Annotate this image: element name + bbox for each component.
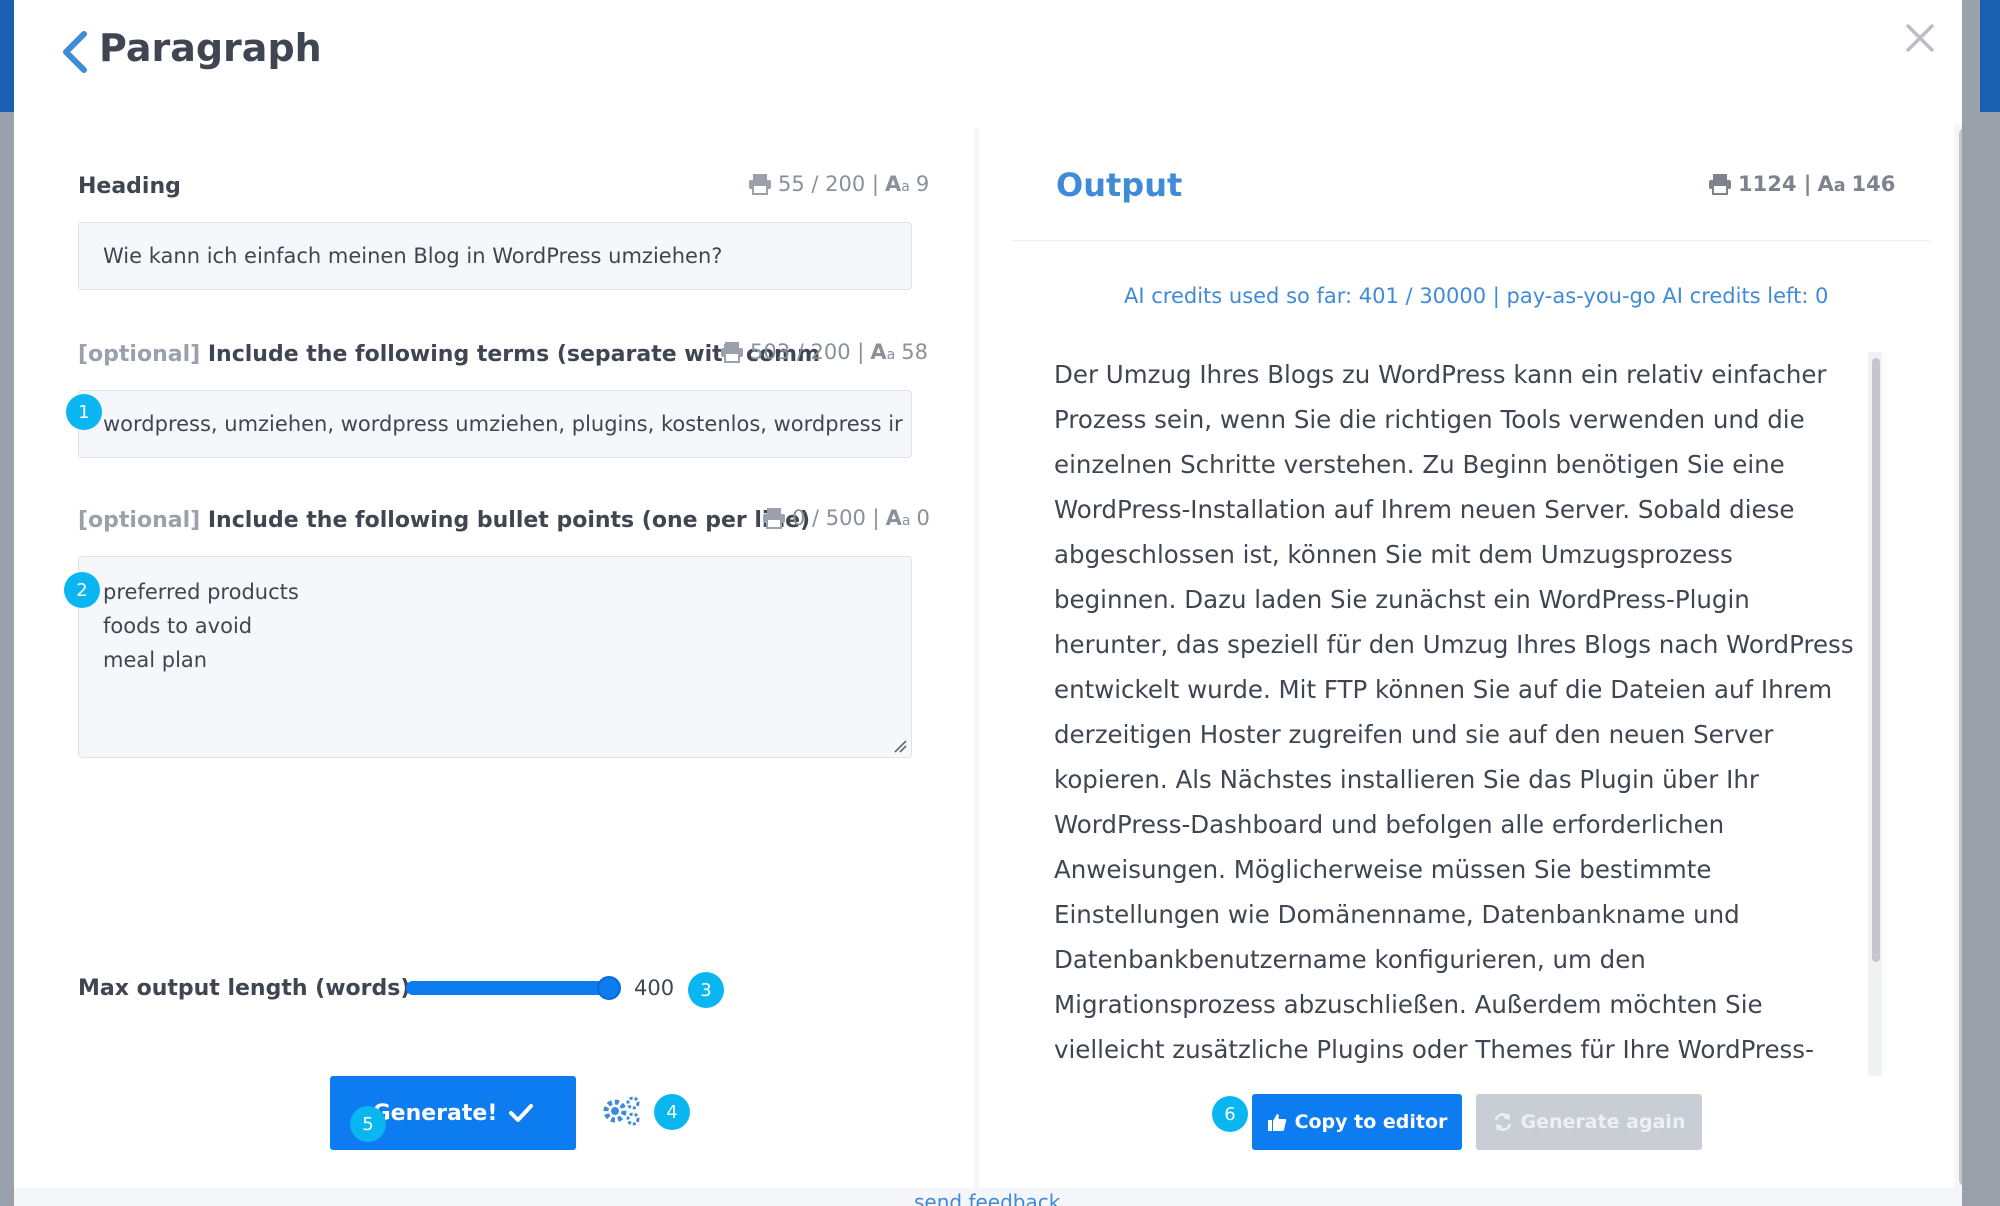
printer-icon (763, 508, 785, 529)
output-counter: 1124 | Aa 146 (1708, 172, 1895, 196)
refresh-icon (1494, 1113, 1511, 1131)
heading-char-count: 55 / 200 | (778, 172, 879, 196)
send-feedback-link[interactable]: send feedback (914, 1190, 1060, 1206)
bullet-line: foods to avoid (103, 614, 253, 638)
step-badge-1: 1 (66, 394, 102, 430)
heading-input[interactable]: Wie kann ich einfach meinen Blog in Word… (78, 222, 912, 290)
gear-icon[interactable] (602, 1094, 642, 1126)
page-backdrop-right (1980, 0, 2000, 112)
bullets-word-count: 0 (916, 506, 930, 530)
output-text[interactable]: Der Umzug Ihres Blogs zu WordPress kann … (1054, 352, 1860, 1070)
heading-word-count: 9 (915, 172, 930, 196)
terms-word-count: 58 (901, 340, 928, 364)
bullets-label-text: Include the following bullet points (one… (207, 508, 811, 533)
step-badge-2: 2 (64, 572, 100, 608)
paragraph-modal: Paragraph Heading 55 / 200 | Aa 9 Wie ka… (14, 0, 1962, 1206)
bullets-label: [optional] Include the following bullet … (78, 508, 810, 533)
copy-to-editor-button[interactable]: Copy to editor (1252, 1094, 1462, 1150)
output-word-count: 146 (1851, 172, 1896, 196)
bullets-textarea[interactable]: preferred products foods to avoid meal p… (78, 556, 912, 758)
terms-input[interactable]: wordpress, umziehen, wordpress umziehen,… (78, 390, 912, 458)
generate-again-label: Generate again (1520, 1111, 1686, 1133)
modal-header: Paragraph (14, 0, 1962, 128)
chevron-left-icon[interactable] (56, 28, 96, 76)
page-backdrop-left (0, 0, 14, 112)
font-size-icon: Aa (1817, 172, 1846, 196)
copy-to-editor-label: Copy to editor (1294, 1111, 1448, 1133)
check-icon (509, 1104, 534, 1122)
printer-icon (1709, 174, 1731, 195)
step-badge-3: 3 (688, 972, 724, 1008)
font-size-icon: Aa (885, 506, 911, 530)
step-badge-4: 4 (654, 1094, 690, 1130)
printer-icon (749, 174, 771, 195)
resize-grip-icon[interactable] (893, 739, 907, 753)
max-length-slider[interactable] (406, 981, 616, 995)
max-length-label: Max output length (words): (78, 976, 420, 1001)
bullet-line: preferred products (103, 580, 299, 604)
max-length-value: 400 (634, 976, 675, 1000)
heading-counter: 55 / 200 | Aa 9 (748, 172, 929, 196)
bullet-line: meal plan (103, 648, 208, 672)
thumbs-up-icon (1267, 1114, 1286, 1131)
modal-scrollbar-thumb[interactable] (1959, 128, 1962, 1186)
output-title: Output (1056, 166, 1183, 204)
terms-optional-tag: [optional] (78, 342, 201, 367)
bullets-char-count: 0 / 500 | (792, 506, 880, 530)
close-icon[interactable] (1902, 20, 1938, 56)
bullets-counter: 0 / 500 | Aa 0 (762, 506, 930, 530)
output-char-count: 1124 | (1738, 172, 1812, 196)
output-scrollbar-thumb[interactable] (1872, 358, 1880, 962)
terms-counter: 503 / 200 | Aa 58 (720, 340, 928, 364)
bullets-optional-tag: [optional] (78, 508, 201, 533)
printer-icon (721, 342, 743, 363)
modal-title: Paragraph (99, 26, 322, 70)
step-badge-6: 6 (1212, 1096, 1248, 1132)
font-size-icon: Aa (884, 172, 910, 196)
output-divider (1012, 240, 1930, 241)
terms-char-count: 503 / 200 | (750, 340, 865, 364)
generate-again-button[interactable]: Generate again (1476, 1094, 1702, 1150)
terms-label: [optional] Include the following terms (… (78, 342, 820, 367)
font-size-icon: Aa (870, 340, 896, 364)
slider-thumb[interactable] (597, 976, 621, 1000)
credits-info: AI credits used so far: 401 / 30000 | pa… (1124, 284, 1829, 308)
heading-label: Heading (78, 174, 181, 199)
generate-button-label: Generate! (372, 1100, 498, 1126)
step-badge-5: 5 (350, 1106, 386, 1142)
